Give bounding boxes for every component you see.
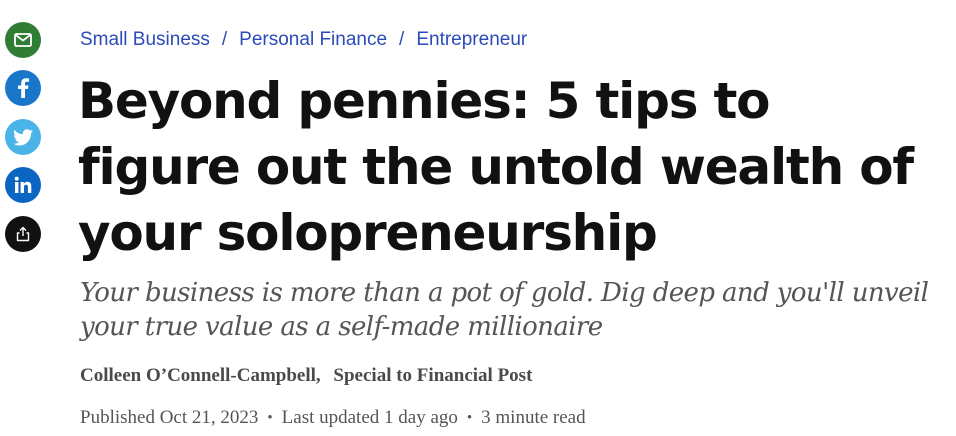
article-meta: Published Oct 21, 2023 • Last updated 1 …: [80, 407, 586, 429]
author-affiliation: Special to Financial Post: [333, 365, 533, 386]
share-email-button[interactable]: [5, 22, 41, 58]
byline-separator: ,: [315, 365, 321, 386]
share-facebook-button[interactable]: [5, 70, 41, 106]
last-updated: Last updated 1 day ago: [281, 407, 458, 428]
share-icon: [16, 226, 30, 242]
breadcrumb-separator: /: [399, 29, 405, 50]
read-time: 3 minute read: [481, 407, 586, 428]
article-deck: Your business is more than a pot of gold…: [80, 278, 929, 342]
share-more-button[interactable]: [5, 216, 41, 252]
breadcrumb-link-small-business[interactable]: Small Business: [80, 29, 210, 51]
share-linkedin-button[interactable]: [5, 167, 41, 203]
author-name-link[interactable]: Colleen O’Connell-Campbell: [80, 365, 316, 386]
breadcrumb-link-personal-finance[interactable]: Personal Finance: [239, 29, 387, 51]
envelope-icon: [14, 33, 32, 47]
twitter-icon: [13, 128, 33, 146]
byline: Colleen O’Connell-Campbell, Special to F…: [80, 365, 532, 387]
share-twitter-button[interactable]: [5, 119, 41, 155]
breadcrumb-separator: /: [221, 29, 228, 50]
breadcrumb: Small Business / Personal Finance / Entr…: [80, 28, 527, 52]
facebook-icon: [17, 78, 29, 98]
linkedin-icon: [14, 176, 32, 194]
breadcrumb-link-entrepreneur[interactable]: Entrepreneur: [416, 29, 527, 51]
published-date: Published Oct 21, 2023: [80, 407, 259, 428]
meta-separator: •: [466, 409, 473, 426]
meta-separator: •: [267, 409, 273, 426]
article-headline: Beyond pennies: 5 tips to figure out the…: [78, 72, 914, 262]
